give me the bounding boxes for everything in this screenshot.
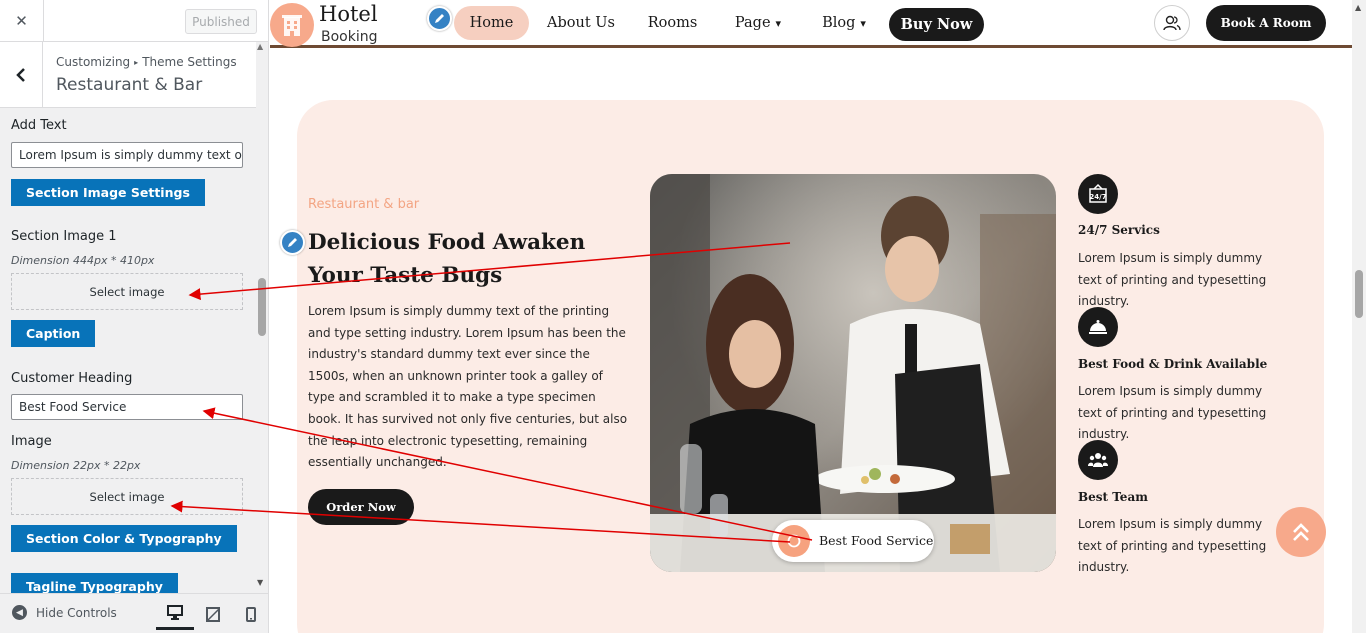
scroll-down-arrow-icon[interactable]: ▼ (257, 578, 263, 587)
preview-scrollbar[interactable]: ▲ (1352, 0, 1366, 633)
close-icon: ✕ (15, 12, 28, 30)
site-tagline: Booking (321, 29, 378, 45)
image-label: Image (11, 434, 52, 449)
select-caption-image-button[interactable]: Select image (11, 478, 243, 515)
feature-text-food: Lorem Ipsum is simply dummy text of prin… (1078, 384, 1267, 442)
nav-item-home[interactable]: Home (454, 6, 529, 40)
page-title: Restaurant & Bar (56, 75, 203, 95)
nav-item-page-label: Page (734, 15, 771, 31)
section-image-1-label: Section Image 1 (11, 229, 117, 244)
preview-mobile-button[interactable] (232, 598, 268, 630)
section-image-1-dimension: Dimension 444px * 410px (11, 254, 155, 267)
breadcrumb: Customizing ▸ Theme Settings (56, 55, 237, 69)
desktop-icon (167, 605, 183, 620)
customer-heading-label: Customer Heading (11, 371, 133, 386)
restaurant-scene-image (650, 174, 1056, 572)
double-chevron-up-icon (1293, 523, 1309, 541)
caption-text: Best Food Service (819, 533, 934, 548)
nav-item-page[interactable]: Page ▾ (732, 6, 784, 40)
24-7-icon: 24/7 (1078, 174, 1118, 214)
feature-text-24-7: Lorem Ipsum is simply dummy text of prin… (1078, 251, 1267, 309)
close-customizer-button[interactable]: ✕ (0, 0, 44, 42)
hotel-logo-icon[interactable] (270, 3, 314, 47)
feature-title-food: Best Food & Drink Available (1078, 357, 1268, 371)
caption-badge: Best Food Service (772, 520, 934, 562)
breadcrumb-separator-icon: ▸ (134, 58, 139, 67)
controls-list: Add Text Lorem Ipsum is simply dummy tex… (0, 108, 256, 593)
section-heading: Delicious Food Awaken Your Taste Bugs (308, 230, 586, 288)
published-button[interactable]: Published (185, 9, 257, 34)
customizer-header: ✕ Published (0, 0, 268, 42)
scroll-to-top-button[interactable] (1276, 507, 1326, 557)
caption-button[interactable]: Caption (11, 320, 96, 347)
select-section-image-button[interactable]: Select image (11, 273, 243, 310)
tablet-icon (206, 606, 220, 622)
section-tagline: Restaurant & bar (308, 197, 420, 212)
svg-text:24/7: 24/7 (1089, 193, 1106, 201)
buy-now-button[interactable]: Buy Now (889, 8, 984, 41)
team-icon (1078, 440, 1118, 480)
section-color-typography-button[interactable]: Section Color & Typography (11, 525, 237, 552)
nav-item-blog[interactable]: Blog ▾ (819, 6, 869, 40)
edit-shortcut-pencil-icon[interactable] (427, 6, 452, 31)
caption-icon (778, 525, 810, 557)
mobile-icon (246, 606, 256, 622)
chevron-down-icon: ▾ (860, 16, 866, 30)
site-preview: Hotel Booking Home About Us Rooms Page ▾ … (270, 0, 1366, 633)
preview-desktop-button[interactable] (156, 598, 194, 630)
nav-item-rooms[interactable]: Rooms (648, 6, 698, 40)
sidebar-scroll-thumb[interactable] (258, 278, 266, 336)
nav-item-about-us[interactable]: About Us (547, 6, 615, 40)
edit-heading-pencil-icon[interactable] (280, 230, 305, 255)
book-a-room-button[interactable]: Book A Room (1206, 5, 1326, 41)
section-body-text: Lorem Ipsum is simply dummy text of the … (308, 304, 628, 470)
customizer-footer: ◀ Hide Controls (0, 593, 268, 633)
feature-title-24-7: 24/7 Servics (1078, 223, 1160, 237)
account-button[interactable] (1154, 5, 1190, 41)
customer-heading-input[interactable]: Best Food Service (11, 394, 243, 420)
app-window: ✕ Published Customizing ▸ Theme Settings R… (0, 0, 1366, 633)
add-text-label: Add Text (11, 118, 67, 133)
site-title[interactable]: Hotel (319, 2, 378, 26)
food-tray-icon (1078, 307, 1118, 347)
tagline-typography-button[interactable]: Tagline Typography (11, 573, 178, 593)
scroll-up-arrow-icon[interactable]: ▲ (1355, 3, 1361, 12)
feature-text-team: Lorem Ipsum is simply dummy text of prin… (1078, 517, 1267, 575)
scroll-up-arrow-icon[interactable]: ▲ (257, 42, 263, 51)
image-dimension: Dimension 22px * 22px (11, 459, 141, 472)
chevron-left-icon (16, 68, 25, 82)
section-image-settings-button[interactable]: Section Image Settings (11, 179, 205, 206)
nav-item-blog-label: Blog (822, 15, 856, 31)
breadcrumb-parent: Customizing (56, 55, 131, 69)
add-text-input[interactable]: Lorem Ipsum is simply dummy text of prin… (11, 142, 243, 168)
hide-controls-label: Hide Controls (36, 605, 117, 620)
sidebar-scrollbar[interactable]: ▲ ▼ (256, 42, 268, 593)
breadcrumb-section: Theme Settings (142, 55, 237, 69)
chevron-down-icon: ▾ (775, 16, 782, 30)
customizer-sidebar: ✕ Published Customizing ▸ Theme Settings R… (0, 0, 269, 633)
back-button[interactable] (0, 42, 43, 108)
panel-title-bar: Customizing ▸ Theme Settings Restaurant & … (0, 42, 268, 108)
feature-title-team: Best Team (1078, 490, 1148, 504)
collapse-icon: ◀ (12, 605, 27, 620)
users-icon (1163, 15, 1181, 31)
site-header: Hotel Booking Home About Us Rooms Page ▾ … (270, 0, 1352, 48)
hide-controls-button[interactable]: ◀ Hide Controls (12, 605, 117, 620)
order-now-button[interactable]: Order Now (308, 489, 414, 525)
preview-tablet-button[interactable] (194, 598, 232, 630)
preview-scroll-thumb[interactable] (1355, 270, 1363, 318)
restaurant-photo (650, 174, 1056, 572)
building-icon (282, 15, 302, 36)
